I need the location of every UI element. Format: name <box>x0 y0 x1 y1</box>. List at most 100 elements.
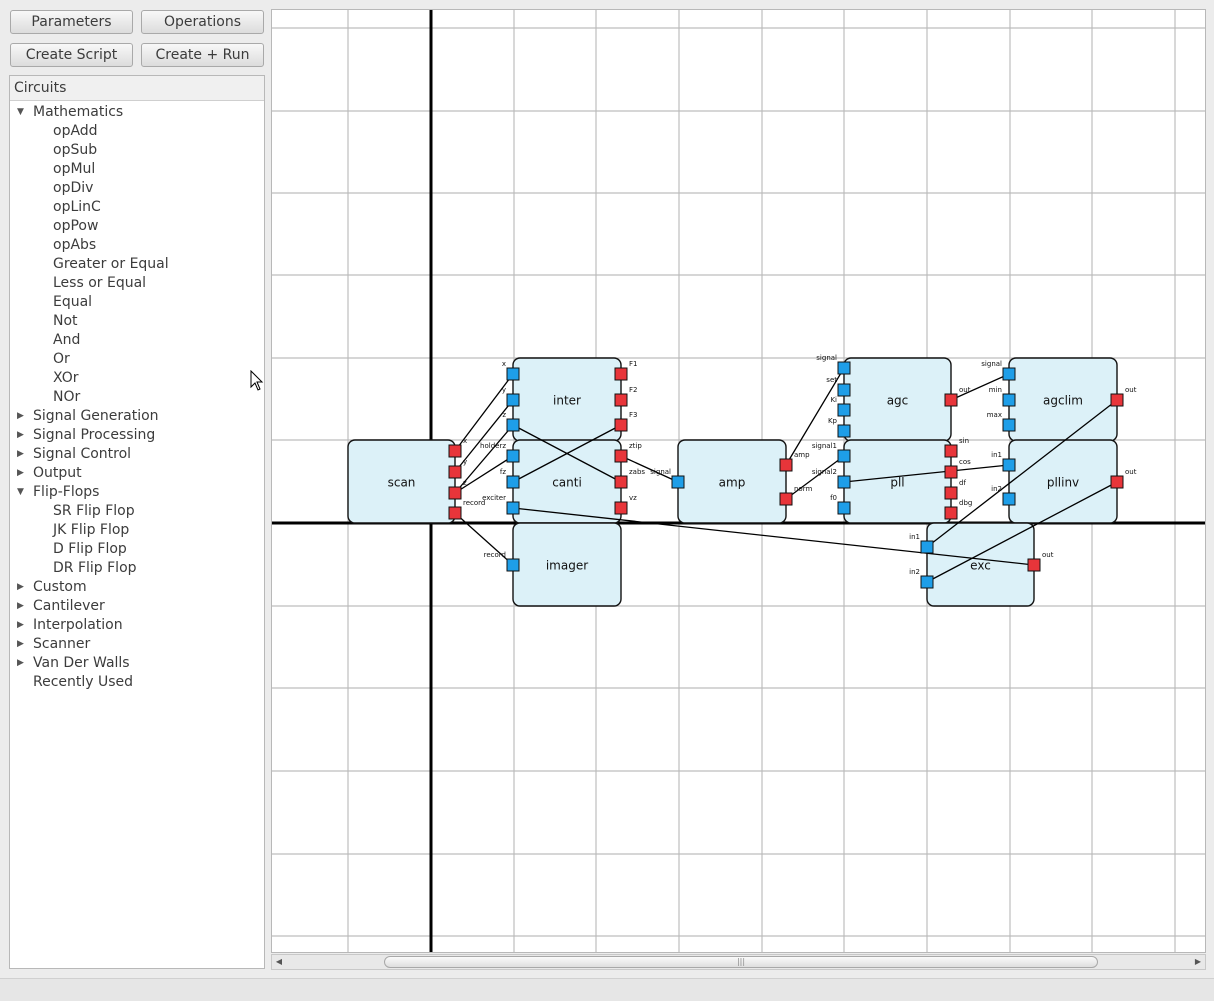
tree-item-signal-generation[interactable]: ▶ Signal Generation <box>17 407 159 426</box>
expanded-arrow-icon[interactable]: ▼ <box>17 483 24 502</box>
output-port[interactable] <box>1110 393 1124 407</box>
tree-item-dr-flip-flop[interactable]: DR Flip Flop <box>53 559 137 578</box>
block-canti[interactable]: canti <box>512 439 622 524</box>
tree-item-signal-control[interactable]: ▶ Signal Control <box>17 445 131 464</box>
tree-item-opdiv[interactable]: opDiv <box>53 179 93 198</box>
input-port[interactable] <box>506 418 520 432</box>
tree-item-less-or-equal[interactable]: Less or Equal <box>53 274 146 293</box>
tree-item-or[interactable]: Or <box>53 350 70 369</box>
input-port[interactable] <box>920 575 934 589</box>
tree-item-scanner[interactable]: ▶ Scanner <box>17 635 90 654</box>
tree-item-xor[interactable]: XOr <box>53 369 78 388</box>
collapsed-arrow-icon[interactable]: ▶ <box>17 445 24 464</box>
collapsed-arrow-icon[interactable]: ▶ <box>17 597 24 616</box>
input-port[interactable] <box>837 403 851 417</box>
input-port[interactable] <box>837 361 851 375</box>
block-pll[interactable]: pll <box>843 439 952 524</box>
create-run-button[interactable]: Create + Run <box>141 43 264 67</box>
collapsed-arrow-icon[interactable]: ▶ <box>17 616 24 635</box>
circuit-canvas[interactable]: scan inter canti amp agc agclim pll pllinv image… <box>271 9 1206 953</box>
circuit-diagram[interactable]: scan inter canti amp agc agclim pll pllinv image… <box>272 10 1205 952</box>
input-port[interactable] <box>1002 418 1016 432</box>
collapsed-arrow-icon[interactable]: ▶ <box>17 635 24 654</box>
collapsed-arrow-icon[interactable]: ▶ <box>17 654 24 673</box>
tree-item-interpolation[interactable]: ▶ Interpolation <box>17 616 123 635</box>
tree-item-signal-processing[interactable]: ▶ Signal Processing <box>17 426 155 445</box>
parameters-button[interactable]: Parameters <box>10 10 133 34</box>
create-script-button[interactable]: Create Script <box>10 43 133 67</box>
output-port[interactable] <box>614 475 628 489</box>
input-port[interactable] <box>506 367 520 381</box>
scroll-left-icon[interactable]: ◀ <box>272 955 286 969</box>
output-port[interactable] <box>944 465 958 479</box>
tree-item-jk-flip-flop[interactable]: JK Flip Flop <box>53 521 129 540</box>
tree-item-mathematics[interactable]: ▼ Mathematics <box>17 103 123 122</box>
collapsed-arrow-icon[interactable]: ▶ <box>17 578 24 597</box>
collapsed-arrow-icon[interactable]: ▶ <box>17 464 24 483</box>
output-port[interactable] <box>448 506 462 520</box>
tree-item-oppow[interactable]: opPow <box>53 217 98 236</box>
tree-item-greater-or-equal[interactable]: Greater or Equal <box>53 255 169 274</box>
operations-button[interactable]: Operations <box>141 10 264 34</box>
tree-item-not[interactable]: Not <box>53 312 78 331</box>
output-port[interactable] <box>614 501 628 515</box>
output-port[interactable] <box>448 486 462 500</box>
block-inter[interactable]: inter <box>512 357 622 442</box>
collapsed-arrow-icon[interactable]: ▶ <box>17 426 24 445</box>
tree-item-and[interactable]: And <box>53 331 80 350</box>
output-port[interactable] <box>944 506 958 520</box>
input-port[interactable] <box>837 475 851 489</box>
output-port[interactable] <box>448 444 462 458</box>
tree-item-van-der-walls[interactable]: ▶ Van Der Walls <box>17 654 130 673</box>
tree-item-custom[interactable]: ▶ Custom <box>17 578 87 597</box>
input-port[interactable] <box>837 449 851 463</box>
tree-item-oplinc[interactable]: opLinC <box>53 198 101 217</box>
input-port[interactable] <box>837 501 851 515</box>
tree-item-flip-flops[interactable]: ▼ Flip-Flops <box>17 483 99 502</box>
output-port[interactable] <box>1027 558 1041 572</box>
input-port[interactable] <box>506 449 520 463</box>
input-port[interactable] <box>506 475 520 489</box>
expanded-arrow-icon[interactable]: ▼ <box>17 103 24 122</box>
circuits-tree[interactable]: Circuits ▼ Mathematics opAdd opSub opMul opDi… <box>9 75 265 969</box>
input-port[interactable] <box>506 558 520 572</box>
collapsed-arrow-icon[interactable]: ▶ <box>17 407 24 426</box>
tree-item-recently-used[interactable]: Recently Used <box>33 673 133 692</box>
output-port[interactable] <box>614 367 628 381</box>
block-agclim[interactable]: agclim <box>1008 357 1118 442</box>
input-port[interactable] <box>837 424 851 438</box>
input-port[interactable] <box>837 383 851 397</box>
tree-item-d-flip-flop[interactable]: D Flip Flop <box>53 540 127 559</box>
tree-item-nor[interactable]: NOr <box>53 388 80 407</box>
block-amp[interactable]: amp <box>677 439 787 524</box>
input-port[interactable] <box>1002 458 1016 472</box>
input-port[interactable] <box>506 393 520 407</box>
tree-item-sr-flip-flop[interactable]: SR Flip Flop <box>53 502 135 521</box>
block-scan[interactable]: scan <box>347 439 456 524</box>
block-agc[interactable]: agc <box>843 357 952 442</box>
output-port[interactable] <box>944 444 958 458</box>
tree-header[interactable]: Circuits <box>10 76 264 101</box>
horizontal-scrollbar[interactable]: ◀ ||| ▶ <box>271 954 1206 970</box>
output-port[interactable] <box>944 393 958 407</box>
input-port[interactable] <box>1002 492 1016 506</box>
block-exc[interactable]: exc <box>926 522 1035 607</box>
output-port[interactable] <box>779 492 793 506</box>
input-port[interactable] <box>1002 367 1016 381</box>
block-imager[interactable]: imager <box>512 522 622 607</box>
tree-item-output[interactable]: ▶ Output <box>17 464 82 483</box>
tree-item-opsub[interactable]: opSub <box>53 141 97 160</box>
output-port[interactable] <box>944 486 958 500</box>
scroll-right-icon[interactable]: ▶ <box>1191 955 1205 969</box>
input-port[interactable] <box>1002 393 1016 407</box>
output-port[interactable] <box>779 458 793 472</box>
tree-item-opmul[interactable]: opMul <box>53 160 95 179</box>
output-port[interactable] <box>448 465 462 479</box>
input-port[interactable] <box>506 501 520 515</box>
output-port[interactable] <box>1110 475 1124 489</box>
output-port[interactable] <box>614 418 628 432</box>
tree-item-equal[interactable]: Equal <box>53 293 92 312</box>
tree-item-opabs[interactable]: opAbs <box>53 236 96 255</box>
input-port[interactable] <box>920 540 934 554</box>
input-port[interactable] <box>671 475 685 489</box>
